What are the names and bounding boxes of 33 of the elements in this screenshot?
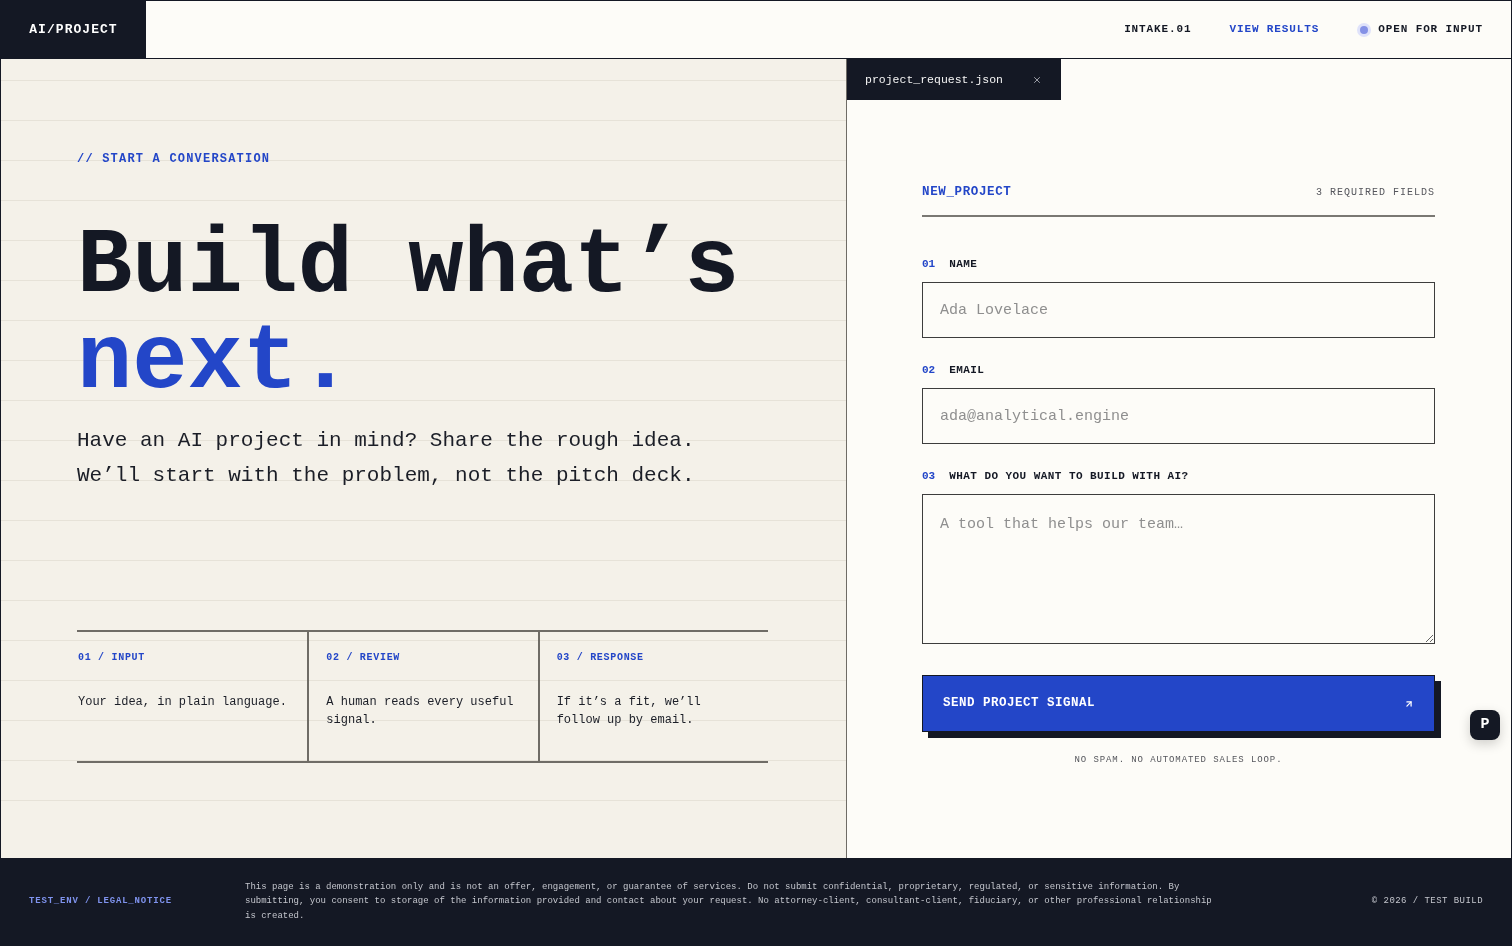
chat-widget-button[interactable]: P [1470, 710, 1500, 740]
step-text: A human reads every useful signal. [326, 694, 515, 729]
input-field[interactable]: Ada Lovelace [922, 282, 1435, 338]
textarea-field[interactable]: A tool that helps our team… [922, 494, 1435, 644]
field-label: WHAT DO YOU WANT TO BUILD WITH AI? [949, 468, 1189, 484]
disclaimer: NO SPAM. NO AUTOMATED SALES LOOP. [1073, 754, 1284, 767]
copyright: © 2026 / TEST BUILD [1371, 894, 1483, 908]
step-text: Your idea, in plain language. [78, 694, 288, 711]
arrow-icon [1404, 698, 1414, 709]
step-text: If it’s a fit, we’ll follow up by email. [556, 694, 702, 729]
headline-accent: next. [77, 315, 354, 411]
legal-notice-text: This page is a demonstration only and is not an offer, engagement, or guarantee of services. Do not submit confidential, proprietary, regulated, or sensitive information. By submitting, you consent to storage of the information provided and contact about your request. No attorney-client, consultant-client, fiduciary, or other professional relationship is created. [245, 880, 1213, 923]
field-number: 01 [922, 256, 936, 272]
status-label: OPEN FOR INPUT [1378, 22, 1483, 38]
form-title: NEW_PROJECT [922, 183, 1012, 201]
logo[interactable]: AI/PROJECT [1, 1, 146, 58]
headline: Build what’s [77, 219, 740, 315]
field-label: NAME [949, 256, 978, 272]
intro-paragraph: Have an AI project in mind? Share the rough idea. We’ll start with the problem, not the pitch deck. [77, 428, 696, 489]
field-number: 02 [922, 362, 936, 378]
intake-label: INTAKE.01 [1124, 22, 1192, 38]
section-label: // START A CONVERSATION [77, 151, 271, 167]
close-icon[interactable] [1032, 74, 1042, 85]
step-label: 01 / INPUT [78, 651, 145, 665]
view-results-link[interactable]: VIEW RESULTS [1229, 21, 1320, 38]
step-label: 03 / RESPONSE [556, 651, 644, 665]
field-number: 03 [922, 468, 936, 484]
step-label: 02 / REVIEW [326, 651, 401, 665]
required-note: 3 REQUIRED FIELDS [1315, 185, 1435, 200]
input-field[interactable]: ada@analytical.engine [922, 388, 1435, 444]
field-label: EMAIL [949, 362, 985, 378]
file-tab[interactable]: project_request.json [847, 59, 1061, 100]
legal-notice-link[interactable]: TEST_ENV / LEGAL_NOTICE [29, 894, 245, 909]
